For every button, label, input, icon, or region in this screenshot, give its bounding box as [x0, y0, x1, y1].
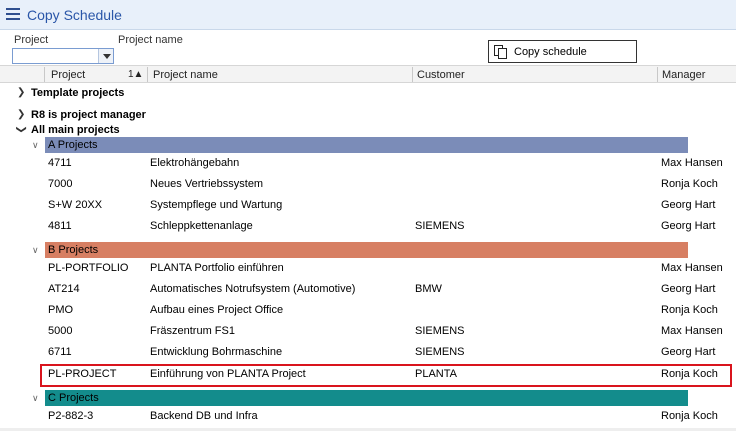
cell-manager: Ronja Koch	[661, 410, 718, 422]
cell-project-name: Aufbau eines Project Office	[150, 304, 284, 316]
cell-customer: SIEMENS	[415, 220, 465, 232]
cell-project-name: Automatisches Notrufsystem (Automotive)	[150, 283, 356, 295]
category-a-projects[interactable]: A Projects	[45, 137, 688, 153]
table-row[interactable]: AT214 Automatisches Notrufsystem (Automo…	[0, 279, 736, 300]
cell-manager: Georg Hart	[661, 220, 716, 232]
table-row[interactable]: 6711 Entwicklung Bohrmaschine SIEMENS Ge…	[0, 342, 736, 363]
collapse-b-icon[interactable]: ∨	[32, 245, 39, 256]
column-header-customer[interactable]: Customer	[417, 69, 465, 81]
cell-manager: Georg Hart	[661, 346, 716, 358]
cell-project-name: Fräszentrum FS1	[150, 325, 235, 337]
cell-project: PL-PORTFOLIO	[48, 262, 129, 274]
project-filter-label: Project	[14, 34, 49, 46]
cell-manager: Max Hansen	[661, 325, 723, 337]
column-header-project-name[interactable]: Project name	[153, 69, 218, 81]
expand-template-icon[interactable]: ❯	[17, 87, 25, 98]
collapse-c-icon[interactable]: ∨	[32, 393, 39, 404]
table-row[interactable]: 5000 Fräszentrum FS1 SIEMENS Max Hansen	[0, 321, 736, 342]
cell-project-name: Schleppkettenanlage	[150, 220, 253, 232]
cell-customer: BMW	[415, 283, 442, 295]
copy-schedule-label: Copy schedule	[514, 46, 587, 58]
cell-project: P2-882-3	[48, 410, 94, 422]
cell-project-name: Elektrohängebahn	[150, 157, 240, 169]
expand-r8-icon[interactable]: ❯	[17, 109, 25, 120]
window-title: Copy Schedule	[27, 7, 122, 23]
category-b-projects[interactable]: B Projects	[45, 242, 688, 258]
cell-project: 6711	[48, 346, 72, 358]
project-name-filter-label: Project name	[118, 34, 183, 46]
table-row[interactable]: S+W 20XX Systempflege und Wartung Georg …	[0, 195, 736, 216]
cell-customer: SIEMENS	[415, 325, 465, 337]
table-header: Project 1▲ Project name Customer Manager	[0, 65, 736, 83]
chevron-down-icon[interactable]	[98, 49, 113, 63]
sort-ascending-icon[interactable]: 1▲	[128, 69, 143, 80]
row-highlight-frame	[40, 364, 732, 387]
group-template-projects[interactable]: Template projects	[31, 87, 124, 99]
cell-manager: Max Hansen	[661, 157, 723, 169]
hamburger-menu-icon[interactable]	[6, 8, 20, 20]
collapse-a-icon[interactable]: ∨	[32, 140, 39, 151]
title-bar: Copy Schedule	[0, 0, 736, 30]
cell-project-name: Systempflege und Wartung	[150, 199, 283, 211]
cell-manager: Georg Hart	[661, 199, 716, 211]
copy-schedule-button[interactable]: Copy schedule	[488, 40, 637, 63]
cell-project: 7000	[48, 178, 73, 190]
cell-project: 5000	[48, 325, 73, 337]
cell-project-name: Entwicklung Bohrmaschine	[150, 346, 283, 358]
cell-project: PMO	[48, 304, 74, 316]
cell-project: S+W 20XX	[48, 199, 103, 211]
cell-manager: Ronja Koch	[661, 304, 718, 316]
cell-project: 4811	[48, 220, 72, 232]
table-row[interactable]: 4811 Schleppkettenanlage SIEMENS Georg H…	[0, 216, 736, 237]
category-c-projects[interactable]: C Projects	[45, 390, 688, 406]
collapse-all-icon[interactable]: ❯	[16, 125, 27, 133]
table-row[interactable]: 7000 Neues Vertriebssystem Ronja Koch	[0, 174, 736, 195]
column-header-project[interactable]: Project	[51, 69, 85, 81]
table-row[interactable]: 4711 Elektrohängebahn Max Hansen	[0, 153, 736, 174]
cell-project: AT214	[48, 283, 80, 295]
copy-icon	[493, 44, 509, 60]
project-select[interactable]	[12, 48, 114, 64]
cell-manager: Ronja Koch	[661, 178, 718, 190]
column-header-manager[interactable]: Manager	[662, 69, 705, 81]
cell-project-name: Backend DB und Infra	[150, 410, 258, 422]
table-row[interactable]: PMO Aufbau eines Project Office Ronja Ko…	[0, 300, 736, 321]
group-r8-manager[interactable]: R8 is project manager	[31, 109, 146, 121]
cell-project-name: Neues Vertriebssystem	[150, 178, 264, 190]
cell-customer: SIEMENS	[415, 346, 465, 358]
group-all-main-projects[interactable]: All main projects	[31, 124, 120, 136]
table-row[interactable]: P2-882-3 Backend DB und Infra Ronja Koch	[0, 406, 736, 427]
table-row[interactable]: PL-PORTFOLIO PLANTA Portfolio einführen …	[0, 258, 736, 279]
cell-project: 4711	[48, 157, 72, 169]
cell-project-name: PLANTA Portfolio einführen	[150, 262, 284, 274]
cell-manager: Georg Hart	[661, 283, 716, 295]
cell-manager: Max Hansen	[661, 262, 723, 274]
